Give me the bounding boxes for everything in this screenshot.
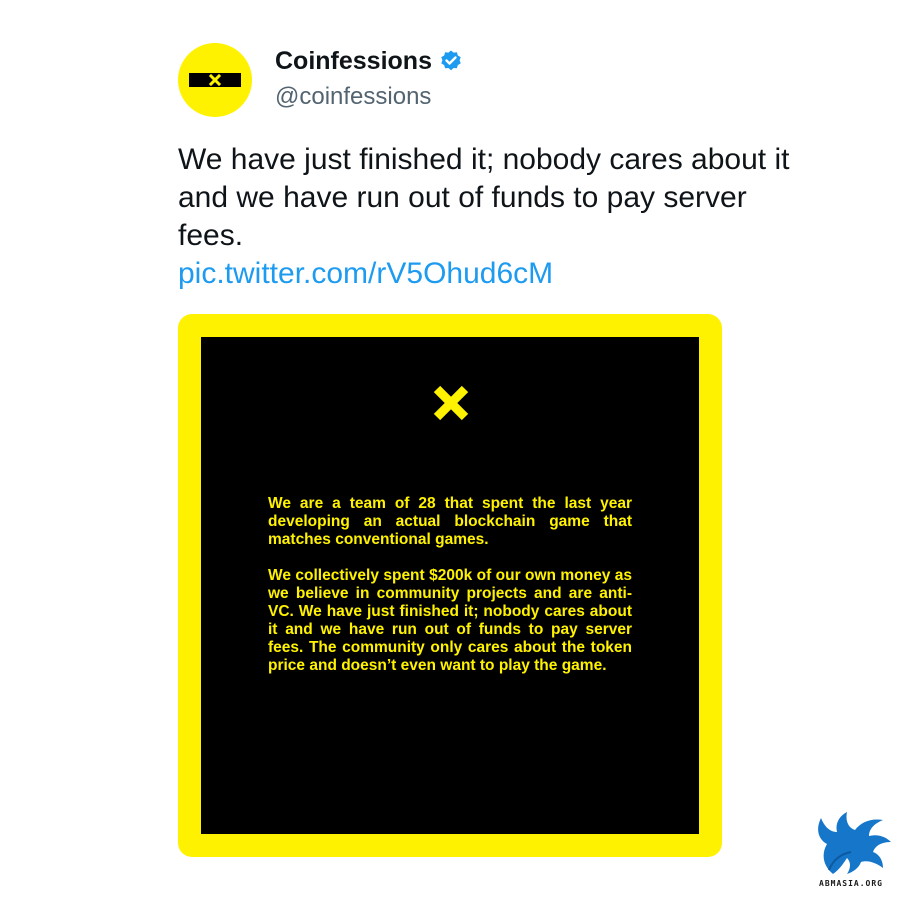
x-logo-icon bbox=[209, 74, 221, 86]
display-name[interactable]: Coinfessions bbox=[275, 45, 432, 77]
avatar-bar bbox=[189, 73, 241, 87]
tweet-media-image[interactable]: We are a team of 28 that spent the last … bbox=[178, 314, 722, 857]
watermark: ABMASIA.ORG bbox=[803, 808, 899, 892]
x-logo-icon bbox=[433, 385, 469, 421]
watermark-text: ABMASIA.ORG bbox=[819, 879, 883, 888]
author-handle[interactable]: @coinfessions bbox=[275, 82, 431, 112]
avatar[interactable] bbox=[178, 43, 252, 117]
verified-badge-icon bbox=[439, 49, 463, 73]
media-paragraph: We collectively spent $200k of our own m… bbox=[268, 567, 632, 674]
media-paragraph: We are a team of 28 that spent the last … bbox=[268, 495, 632, 548]
media-inner-panel: We are a team of 28 that spent the last … bbox=[201, 337, 699, 834]
media-statement: We are a team of 28 that spent the last … bbox=[268, 495, 632, 693]
griffin-logo-icon bbox=[818, 812, 891, 874]
tweet-media-link[interactable]: pic.twitter.com/rV5Ohud6cM bbox=[178, 255, 553, 293]
author-name-row: Coinfessions bbox=[275, 45, 463, 77]
tweet-text: We have just finished it; nobody cares a… bbox=[178, 143, 790, 252]
